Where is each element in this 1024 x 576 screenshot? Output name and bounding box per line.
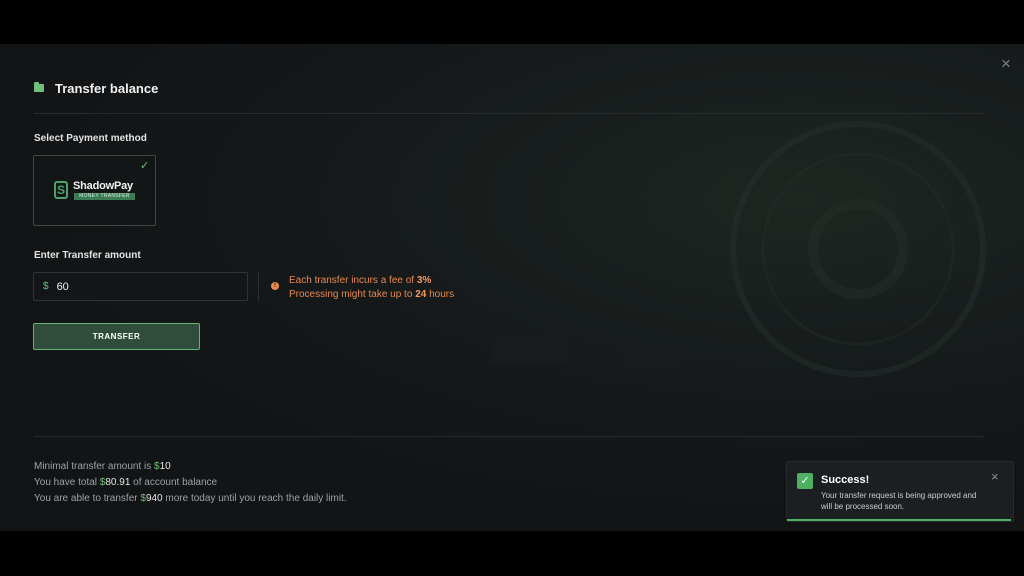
minimal-amount-value: 10 [159,461,171,472]
info-divider [258,272,259,301]
fee-notice: Each transfer incurs a fee of 3% [289,275,432,286]
toast-message: Your transfer request is being approved … [821,491,977,511]
fee-value: 3% [416,275,432,286]
modal-title: Transfer balance [55,80,159,96]
processing-hours: 24 [415,289,427,300]
footer-divider [34,436,984,437]
modal-header: Transfer balance [34,79,158,97]
payment-method-shadowpay[interactable]: ✓ S ShadowPay MONEY TRANSFER [33,155,156,226]
toast-progress-bar [787,519,1011,521]
shadowpay-logo-icon: S [54,181,68,199]
success-toast: ✓ Success! Your transfer request is bein… [786,461,1014,522]
minimal-amount-text: Minimal transfer amount is $10 [34,461,171,472]
header-divider [34,113,984,114]
payment-method-label: Select Payment method [34,133,147,144]
success-check-icon: ✓ [797,473,813,489]
daily-limit-value: 940 [145,493,163,504]
currency-symbol: $ [43,281,49,292]
transfer-amount-field[interactable]: $ [33,272,248,301]
account-balance-text: You have total $80.91 of account balance [34,477,218,488]
toast-close-icon[interactable]: × [991,469,999,484]
transfer-modal: × Transfer balance Select Payment method… [0,44,1024,531]
transfer-button[interactable]: TRANSFER [33,323,200,350]
letterbox-bottom [0,531,1024,576]
daily-limit-text: You are able to transfer $940 more today… [34,493,347,504]
account-balance-value: 80.91 [105,477,131,488]
toast-title: Success! [821,474,870,486]
shadowpay-logo-subtitle: MONEY TRANSFER [74,193,135,200]
check-icon: ✓ [140,160,150,172]
letterbox-top [0,0,1024,44]
transfer-amount-input[interactable] [56,280,227,293]
shadowpay-logo-name: ShadowPay [73,180,133,192]
close-icon[interactable]: × [998,55,1014,72]
transfer-amount-label: Enter Transfer amount [34,250,141,261]
info-icon: ! [271,282,279,290]
wallet-icon [34,82,44,92]
processing-notice: Processing might take up to 24 hours [289,289,455,300]
